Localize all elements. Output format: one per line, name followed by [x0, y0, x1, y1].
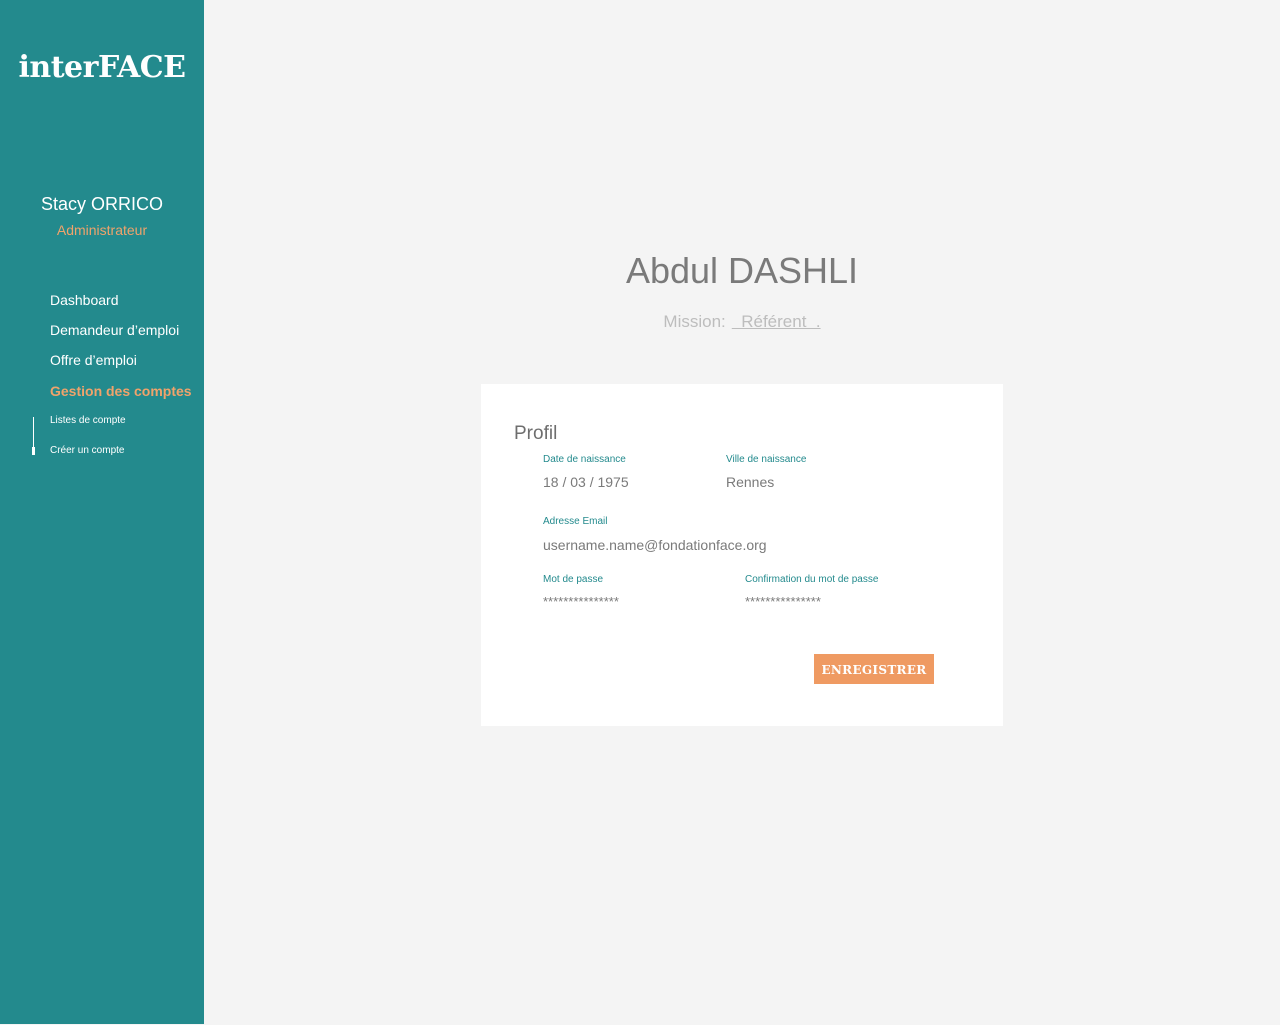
profile-name: Abdul DASHLI: [625, 250, 859, 291]
card-title: Profil: [514, 423, 558, 444]
subnav-active-marker: [32, 447, 35, 455]
sidebar: interFACE Stacy ORRICO Administrateur Da…: [0, 0, 204, 1024]
password-confirm-label: Confirmation du mot de passe: [745, 574, 879, 585]
mission-label: Mission:: [663, 312, 726, 331]
password-field[interactable]: ***************: [543, 594, 619, 609]
birth-date-field[interactable]: 18 / 03 / 1975: [543, 474, 629, 490]
nav-item-gestion-comptes[interactable]: Gestion des comptes: [50, 383, 192, 399]
nav-item-offre-emploi[interactable]: Offre d’emploi: [50, 352, 137, 368]
subnav-item-listes-compte[interactable]: Listes de compte: [50, 415, 126, 426]
app-logo[interactable]: interFACE: [0, 50, 204, 85]
birth-city-field[interactable]: Rennes: [726, 474, 774, 490]
subnav-track-line: [33, 417, 34, 447]
email-field[interactable]: username.name@fondationface.org: [543, 537, 767, 553]
subnav-item-creer-compte[interactable]: Créer un compte: [50, 445, 124, 456]
birth-city-label: Ville de naissance: [726, 454, 807, 465]
nav-item-dashboard[interactable]: Dashboard: [50, 292, 119, 308]
password-confirm-field[interactable]: ***************: [745, 594, 821, 609]
password-label: Mot de passe: [543, 574, 604, 585]
nav-item-demandeur-emploi[interactable]: Demandeur d’emploi: [50, 322, 179, 338]
mission-line: Mission: Référent .: [481, 312, 1003, 332]
birth-date-label: Date de naissance: [543, 454, 626, 465]
profile-card: Profil Date de naissance 18 / 03 / 1975 …: [481, 384, 1003, 726]
mission-value-link[interactable]: Référent .: [732, 312, 820, 331]
current-user-role: Administrateur: [56, 222, 148, 238]
email-label: Adresse Email: [543, 516, 608, 527]
current-user-name: Stacy ORRICO: [40, 194, 164, 214]
save-button[interactable]: ENREGISTRER: [814, 654, 934, 684]
